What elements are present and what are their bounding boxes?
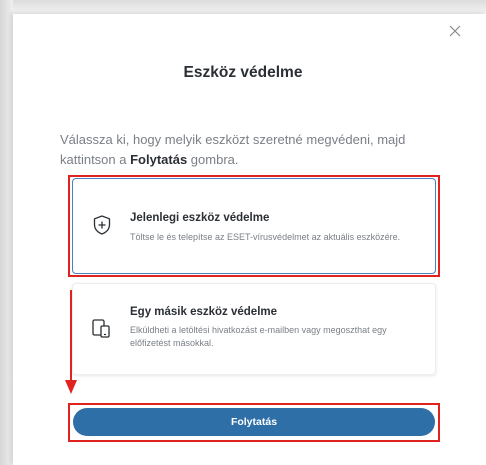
- option-another-device[interactable]: Egy másik eszköz védelme Elküldheti a le…: [72, 283, 436, 375]
- shield-plus-icon: [93, 215, 111, 235]
- option-title: Egy másik eszköz védelme: [130, 306, 278, 318]
- devices-icon: [92, 319, 110, 338]
- option-description: Elküldheti a letöltési hivatkozást e-mai…: [130, 325, 387, 348]
- close-icon[interactable]: [448, 24, 462, 38]
- option-title: Jelenlegi eszköz védelme: [130, 212, 270, 224]
- arrow-down-icon: [65, 290, 77, 394]
- description-tail: gombra.: [187, 152, 239, 167]
- dialog-description: Válassza ki, hogy melyik eszközt szeretn…: [60, 130, 430, 170]
- background-window-edge: [0, 0, 486, 14]
- description-bold: Folytatás: [130, 152, 188, 167]
- option-current-device[interactable]: Jelenlegi eszköz védelme Töltse le és te…: [72, 178, 436, 274]
- option-description: Töltse le és telepítse az ESET-vírusvéde…: [130, 232, 401, 242]
- dialog-title: Eszköz védelme: [183, 64, 303, 81]
- continue-button[interactable]: Folytatás: [73, 408, 435, 436]
